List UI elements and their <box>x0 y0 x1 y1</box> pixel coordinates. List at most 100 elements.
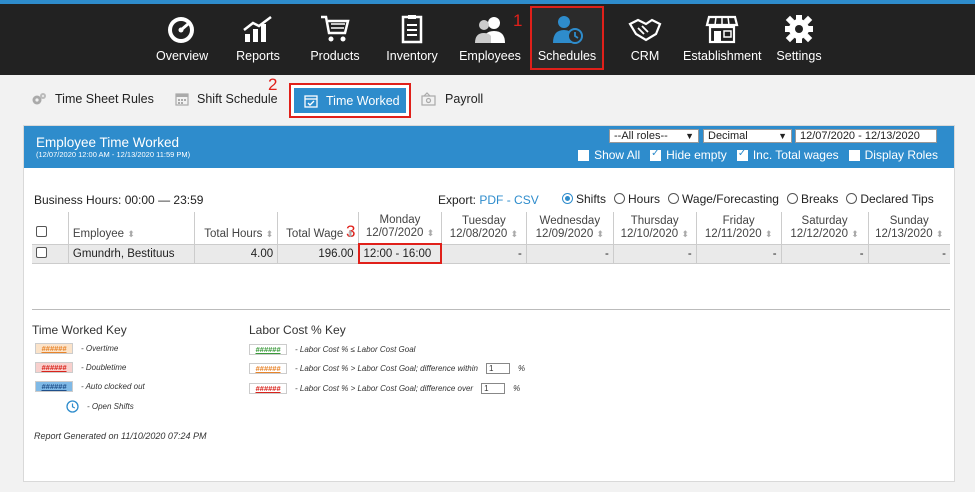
col-monday[interactable]: Monday 12/07/2020 ⬍ <box>358 212 442 245</box>
time-worked-key-title: Time Worked Key <box>32 323 127 337</box>
nav-employees-label: Employees <box>459 49 521 63</box>
doubletime-swatch: ###### <box>35 362 73 373</box>
over-percent-input[interactable]: 1 <box>481 383 506 394</box>
labor-within-swatch: ###### <box>249 363 287 374</box>
tab-payroll[interactable]: Payroll <box>421 92 483 106</box>
select-all-header <box>32 212 69 245</box>
inc-total-wages-option[interactable]: Inc. Total wages <box>736 148 839 162</box>
tab-time-sheet-rules[interactable]: Time Sheet Rules <box>31 92 154 106</box>
annotation-1: 1 <box>513 11 523 30</box>
radio-wage-forecasting[interactable]: Wage/Forecasting <box>668 192 779 206</box>
radio-shifts[interactable]: Shifts <box>562 192 606 206</box>
export-csv-link[interactable]: CSV <box>514 193 539 207</box>
nav-inventory[interactable]: Inventory <box>384 8 440 70</box>
shift-cell-tuesday[interactable]: - <box>440 244 527 264</box>
people-icon <box>475 17 505 43</box>
chevron-down-icon: ▼ <box>778 131 787 141</box>
col-employee-label: Employee <box>72 227 125 240</box>
money-icon <box>421 92 436 106</box>
radio-hours-button[interactable] <box>614 193 626 204</box>
col-sunday-date: 12/13/2020 <box>875 227 933 240</box>
nav-schedules[interactable]: Schedules <box>530 6 604 70</box>
radio-declared-tips-button[interactable] <box>846 193 858 204</box>
shift-cell-sunday[interactable]: - <box>867 244 950 264</box>
col-employee[interactable]: Employee ⬍ <box>67 212 195 245</box>
nav-establishment[interactable]: Establishment <box>683 8 762 70</box>
col-sunday[interactable]: Sunday 12/13/2020 ⬍ <box>867 212 950 245</box>
nav-overview[interactable]: Overview <box>156 8 209 70</box>
auto-clocked-out-label: - Auto clocked out <box>81 382 145 391</box>
col-tuesday[interactable]: Tuesday 12/08/2020 ⬍ <box>440 212 527 245</box>
radio-breaks-button[interactable] <box>786 193 798 204</box>
chart-icon <box>243 16 272 42</box>
col-tuesday-day: Tuesday <box>462 214 506 227</box>
col-saturday[interactable]: Saturday 12/12/2020 ⬍ <box>780 212 869 245</box>
employee-name[interactable]: Gmundrh, Bestituus <box>67 244 195 264</box>
radio-hours[interactable]: Hours <box>614 192 660 206</box>
radio-wage-forecasting-label: Wage/Forecasting <box>682 192 779 206</box>
select-all-checkbox[interactable] <box>36 225 47 237</box>
format-select[interactable]: Decimal ▼ <box>703 129 792 143</box>
within-percent-input[interactable]: 1 <box>485 363 510 374</box>
sort-icon: ⬍ <box>851 228 859 239</box>
display-roles-option[interactable]: Display Roles <box>848 148 938 162</box>
labor-over-swatch: ###### <box>249 383 287 394</box>
sub-tabs: Time Sheet Rules Shift Schedule Payroll … <box>0 75 975 123</box>
nav-products[interactable]: Products <box>307 8 363 70</box>
nav-reports[interactable]: Reports <box>234 8 282 70</box>
col-thursday[interactable]: Thursday 12/10/2020 ⬍ <box>612 212 697 245</box>
tab-time-worked[interactable]: Time Worked <box>289 83 411 118</box>
radio-hours-label: Hours <box>628 192 661 206</box>
col-tuesday-date: 12/08/2020 <box>449 227 508 240</box>
doubletime-label: - Doubletime <box>81 363 127 372</box>
radio-declared-tips[interactable]: Declared Tips <box>846 192 934 206</box>
gears-icon <box>32 93 46 105</box>
shift-cell-thursday[interactable]: - <box>612 244 697 264</box>
radio-wage-forecasting-button[interactable] <box>668 193 680 204</box>
col-thursday-date: 12/10/2020 <box>620 227 679 240</box>
gauge-icon <box>168 17 194 43</box>
open-shifts-label: - Open Shifts <box>87 402 134 411</box>
shift-cell-monday[interactable]: 12:00 - 16:00 <box>357 243 443 264</box>
format-select-value: Decimal <box>708 130 748 142</box>
radio-shifts-button[interactable] <box>562 193 573 204</box>
inc-total-wages-checkbox[interactable] <box>736 148 748 161</box>
col-total-wage[interactable]: Total Wage ⬍ <box>277 212 359 245</box>
show-all-label: Show All <box>594 148 641 162</box>
row-checkbox[interactable] <box>36 246 47 258</box>
export-pdf-link[interactable]: PDF <box>479 193 503 207</box>
radio-breaks[interactable]: Breaks <box>786 192 838 206</box>
hide-empty-option[interactable]: Hide empty <box>650 148 727 162</box>
total-wage-value: 196.00 <box>277 244 359 264</box>
tab-shift-schedule-label: Shift Schedule <box>197 92 278 106</box>
key-overtime: ###### - Overtime <box>35 343 118 354</box>
col-saturday-date: 12/12/2020 <box>790 227 848 240</box>
nav-overview-label: Overview <box>156 49 209 63</box>
col-friday[interactable]: Friday 12/11/2020 ⬍ <box>695 212 782 245</box>
key-auto-clocked-out: ###### - Auto clocked out <box>35 381 145 392</box>
shift-cell-saturday[interactable]: - <box>780 244 869 264</box>
col-total-hours[interactable]: Total Hours ⬍ <box>194 212 278 245</box>
shift-cell-friday[interactable]: - <box>695 244 782 264</box>
total-hours-value: 4.00 <box>194 244 278 264</box>
col-thursday-day: Thursday <box>630 214 679 227</box>
gear-icon <box>785 15 813 43</box>
time-worked-table: Employee ⬍ Total Hours ⬍ Total Wage ⬍ Mo… <box>32 212 950 264</box>
nav-crm[interactable]: CRM <box>625 8 665 70</box>
hide-empty-checkbox[interactable] <box>650 148 662 161</box>
tab-shift-schedule[interactable]: Shift Schedule <box>175 92 278 106</box>
display-roles-checkbox[interactable] <box>848 149 860 161</box>
nav-schedules-label: Schedules <box>537 49 597 63</box>
col-wednesday-date: 12/09/2020 <box>535 227 594 240</box>
show-all-checkbox[interactable] <box>578 149 590 161</box>
annotation-2: 2 <box>268 75 278 94</box>
col-wednesday[interactable]: Wednesday 12/09/2020 ⬍ <box>525 212 614 245</box>
roles-select[interactable]: --All roles-- ▼ <box>609 129 699 143</box>
date-range-input[interactable]: 12/07/2020 - 12/13/2020 <box>795 129 937 143</box>
table-row: Gmundrh, Bestituus 4.00 196.00 12:00 - 1… <box>32 243 950 264</box>
tab-payroll-label: Payroll <box>445 92 484 106</box>
nav-settings[interactable]: Settings <box>776 8 822 70</box>
show-all-option[interactable]: Show All <box>578 148 640 162</box>
shift-cell-wednesday[interactable]: - <box>525 244 614 264</box>
sort-icon: ⬍ <box>127 228 135 239</box>
